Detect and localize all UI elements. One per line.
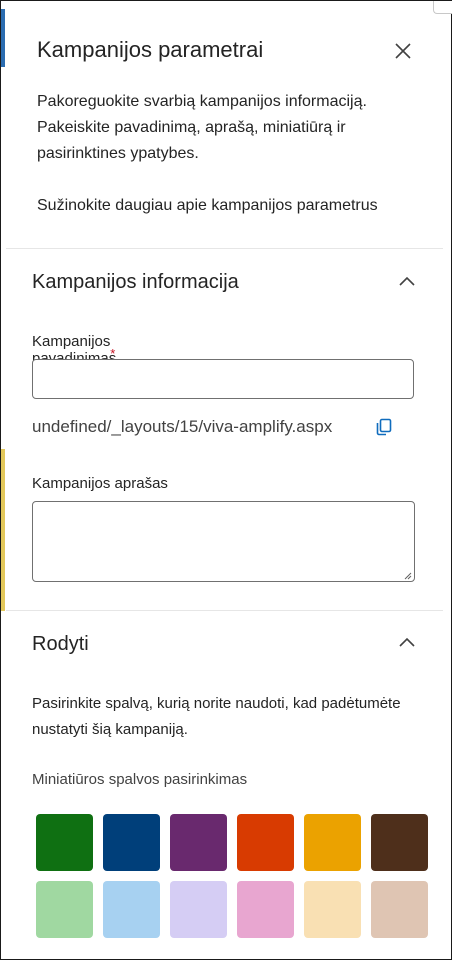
background-window-corner [433,1,452,14]
swatch-label: Miniatiūros spalvos pasirinkimas [32,771,248,788]
chevron-up-icon [399,276,415,286]
copy-url-button[interactable] [375,418,395,438]
color-swatch[interactable] [170,881,227,938]
color-swatch[interactable] [371,881,428,938]
copy-icon [376,418,392,436]
learn-more-link[interactable]: Sužinokite daugiau apie kampanijos param… [37,197,378,215]
color-swatch[interactable] [170,814,227,871]
panel-description: Pakoreguokite svarbią kampanijos informa… [37,93,367,162]
background-accent-yellow [1,449,5,611]
color-swatch[interactable] [304,814,361,871]
color-swatch-grid [36,814,432,938]
color-swatch[interactable] [237,814,294,871]
panel-title: Kampanijos parametrai [37,37,264,62]
display-description: Pasirinkite spalvą, kurią norite naudoti… [32,695,401,738]
background-accent-blue [1,9,5,67]
settings-panel: Kampanijos parametrai Pakoreguokite svar… [0,0,452,960]
chevron-up-icon [399,637,415,647]
section-title-info: Kampanijos informacija [32,271,239,293]
divider [6,248,443,249]
color-swatch[interactable] [103,814,160,871]
divider [6,610,443,611]
description-field-label: Kampanijos aprašas [32,475,168,492]
campaign-url: undefined/_layouts/15/viva-amplify.aspx [32,417,333,436]
section-title-display: Rodyti [32,633,89,655]
color-swatch[interactable] [371,814,428,871]
campaign-name-input[interactable] [32,359,414,399]
close-button[interactable] [389,37,417,65]
color-swatch[interactable] [304,881,361,938]
color-swatch[interactable] [36,881,93,938]
campaign-description-input[interactable] [32,501,415,582]
color-swatch[interactable] [36,814,93,871]
close-icon [395,43,411,59]
collapse-info-button[interactable] [395,269,419,293]
color-swatch[interactable] [237,881,294,938]
color-swatch[interactable] [103,881,160,938]
collapse-display-button[interactable] [395,630,419,654]
resize-grip-icon[interactable] [402,570,412,580]
